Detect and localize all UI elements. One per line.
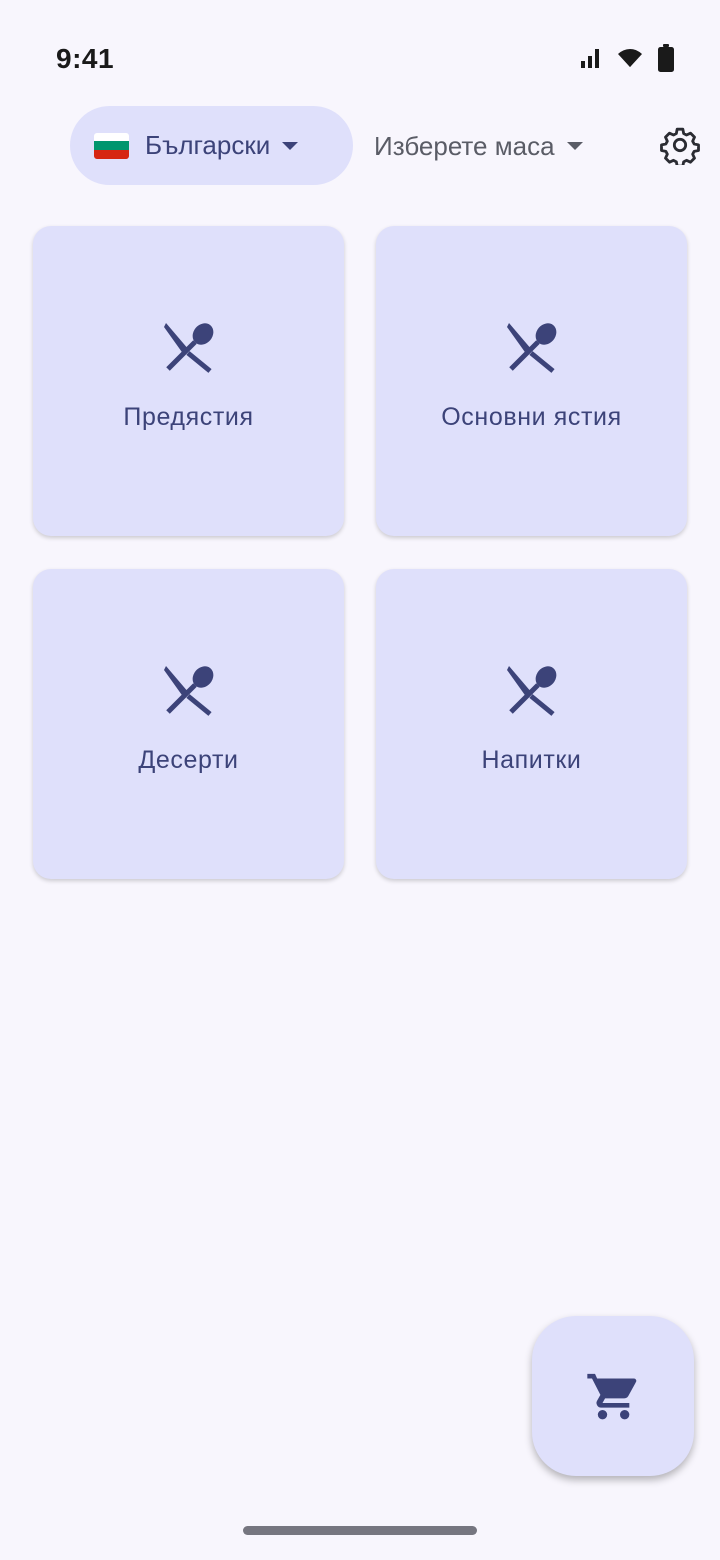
- category-card-drinks[interactable]: Напитки: [376, 569, 687, 879]
- language-label: Български: [145, 130, 271, 160]
- signal-icon: [581, 49, 599, 68]
- utensils-icon: [506, 322, 556, 373]
- category-card-main-dishes[interactable]: Основни ястия: [376, 226, 687, 536]
- app-screen: 9:41 Български Изберете маса Предястия О…: [0, 0, 720, 1560]
- status-bar: 9:41: [0, 0, 720, 120]
- category-grid: Предястия Основни ястия Десерти Напитки: [33, 226, 687, 879]
- category-label: Десерти: [138, 745, 239, 774]
- category-label: Напитки: [481, 745, 582, 774]
- utensils-icon: [163, 322, 213, 373]
- category-card-appetizers[interactable]: Предястия: [33, 226, 344, 536]
- settings-button[interactable]: [660, 125, 700, 168]
- battery-icon: [658, 44, 674, 72]
- table-select-dropdown[interactable]: Изберете маса: [374, 126, 583, 166]
- table-select-label: Изберете маса: [374, 130, 555, 161]
- utensils-icon: [163, 665, 213, 716]
- category-label: Предястия: [123, 402, 254, 431]
- language-selector[interactable]: Български: [70, 106, 353, 185]
- home-indicator[interactable]: [243, 1526, 477, 1535]
- category-card-desserts[interactable]: Десерти: [33, 569, 344, 879]
- shopping-cart-icon: [587, 1373, 637, 1420]
- cart-button[interactable]: [532, 1316, 694, 1476]
- wifi-icon: [618, 49, 642, 67]
- bulgarian-flag-icon: [94, 132, 129, 159]
- caret-down-icon: [282, 141, 299, 150]
- caret-down-icon: [566, 142, 583, 150]
- gear-icon: [660, 127, 700, 168]
- status-time: 9:41: [56, 43, 115, 74]
- utensils-icon: [506, 665, 556, 716]
- status-icons: [580, 44, 674, 72]
- category-label: Основни ястия: [441, 402, 622, 431]
